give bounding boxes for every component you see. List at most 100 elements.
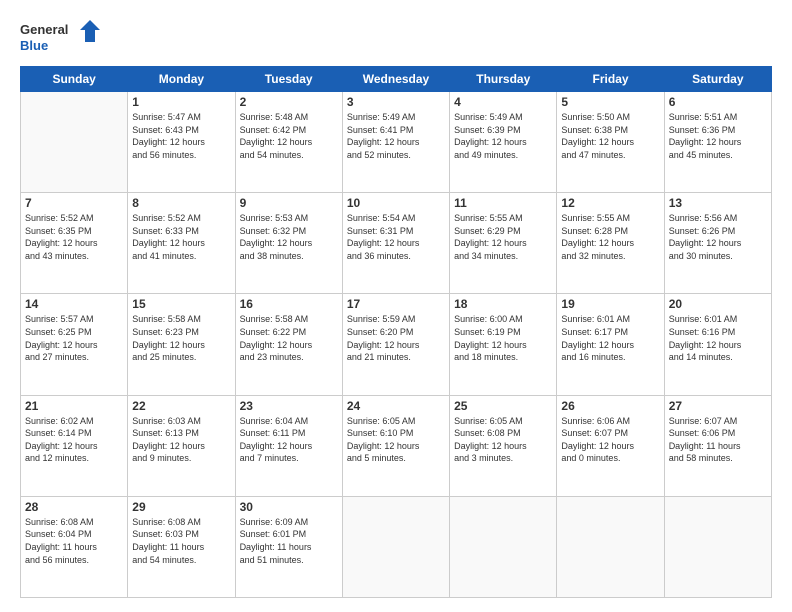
day-info: Sunrise: 6:01 AM Sunset: 6:17 PM Dayligh… [561,313,659,363]
day-info: Sunrise: 6:09 AM Sunset: 6:01 PM Dayligh… [240,516,338,566]
calendar-cell: 27Sunrise: 6:07 AM Sunset: 6:06 PM Dayli… [664,395,771,496]
calendar-cell: 15 Sunrise: 5:58 AM Sunset: 6:23 PM Dayli… [128,294,235,395]
day-number: 9 [240,196,338,210]
day-info: Sunrise: 6:03 AM Sunset: 6:13 PM Dayligh… [132,415,230,465]
day-info: Sunrise: 6:00 AM Sunset: 6:19 PM Dayligh… [454,313,552,363]
weekday-tuesday: Tuesday [235,67,342,92]
calendar-week-1: 1 Sunrise: 5:47 AM Sunset: 6:43 PM Daylig… [21,92,772,193]
day-number: 8 [132,196,230,210]
calendar-cell: 9 Sunrise: 5:53 AM Sunset: 6:32 PM Daylig… [235,193,342,294]
calendar-cell: 25 Sunrise: 6:05 AM Sunset: 6:08 PM Dayli… [450,395,557,496]
day-number: 11 [454,196,552,210]
calendar-cell: 28 Sunrise: 6:08 AM Sunset: 6:04 PM Dayli… [21,496,128,597]
calendar-cell: 19 Sunrise: 6:01 AM Sunset: 6:17 PM Dayli… [557,294,664,395]
day-number: 14 [25,297,123,311]
day-number: 2 [240,95,338,109]
weekday-friday: Friday [557,67,664,92]
day-info: Sunrise: 5:47 AM Sunset: 6:43 PM Dayligh… [132,111,230,161]
day-info: Sunrise: 5:52 AM Sunset: 6:33 PM Dayligh… [132,212,230,262]
weekday-sunday: Sunday [21,67,128,92]
calendar-cell: 18 Sunrise: 6:00 AM Sunset: 6:19 PM Dayli… [450,294,557,395]
calendar-cell: 12Sunrise: 5:55 AM Sunset: 6:28 PM Dayli… [557,193,664,294]
day-number: 17 [347,297,445,311]
day-number: 29 [132,500,230,514]
day-info: Sunrise: 5:49 AM Sunset: 6:39 PM Dayligh… [454,111,552,161]
header: General Blue [20,18,772,56]
day-info: Sunrise: 5:55 AM Sunset: 6:28 PM Dayligh… [561,212,659,262]
weekday-saturday: Saturday [664,67,771,92]
day-info: Sunrise: 6:08 AM Sunset: 6:04 PM Dayligh… [25,516,123,566]
calendar-cell: 26 Sunrise: 6:06 AM Sunset: 6:07 PM Dayli… [557,395,664,496]
calendar-cell: 21 Sunrise: 6:02 AM Sunset: 6:14 PM Dayli… [21,395,128,496]
day-number: 10 [347,196,445,210]
day-number: 20 [669,297,767,311]
day-number: 26 [561,399,659,413]
calendar-cell: 7 Sunrise: 5:52 AM Sunset: 6:35 PM Daylig… [21,193,128,294]
calendar-week-2: 7 Sunrise: 5:52 AM Sunset: 6:35 PM Daylig… [21,193,772,294]
day-number: 1 [132,95,230,109]
weekday-monday: Monday [128,67,235,92]
day-number: 30 [240,500,338,514]
calendar-cell [21,92,128,193]
calendar-cell: 22 Sunrise: 6:03 AM Sunset: 6:13 PM Dayli… [128,395,235,496]
day-info: Sunrise: 6:05 AM Sunset: 6:10 PM Dayligh… [347,415,445,465]
logo: General Blue [20,18,100,56]
calendar-cell: 5 Sunrise: 5:50 AM Sunset: 6:38 PM Daylig… [557,92,664,193]
day-info: Sunrise: 5:51 AM Sunset: 6:36 PM Dayligh… [669,111,767,161]
day-info: Sunrise: 5:52 AM Sunset: 6:35 PM Dayligh… [25,212,123,262]
calendar-cell [664,496,771,597]
weekday-thursday: Thursday [450,67,557,92]
weekday-wednesday: Wednesday [342,67,449,92]
calendar-cell: 2 Sunrise: 5:48 AM Sunset: 6:42 PM Daylig… [235,92,342,193]
calendar-week-5: 28 Sunrise: 6:08 AM Sunset: 6:04 PM Dayli… [21,496,772,597]
day-info: Sunrise: 6:05 AM Sunset: 6:08 PM Dayligh… [454,415,552,465]
logo-svg: General Blue [20,18,100,56]
logo-text-block: General Blue [20,18,100,56]
day-info: Sunrise: 5:58 AM Sunset: 6:23 PM Dayligh… [132,313,230,363]
calendar-cell: 4 Sunrise: 5:49 AM Sunset: 6:39 PM Daylig… [450,92,557,193]
day-number: 25 [454,399,552,413]
day-number: 18 [454,297,552,311]
day-number: 7 [25,196,123,210]
day-info: Sunrise: 5:53 AM Sunset: 6:32 PM Dayligh… [240,212,338,262]
day-info: Sunrise: 5:48 AM Sunset: 6:42 PM Dayligh… [240,111,338,161]
day-info: Sunrise: 5:50 AM Sunset: 6:38 PM Dayligh… [561,111,659,161]
calendar-cell: 6Sunrise: 5:51 AM Sunset: 6:36 PM Daylig… [664,92,771,193]
day-info: Sunrise: 5:56 AM Sunset: 6:26 PM Dayligh… [669,212,767,262]
calendar-cell: 29 Sunrise: 6:08 AM Sunset: 6:03 PM Dayli… [128,496,235,597]
day-info: Sunrise: 6:08 AM Sunset: 6:03 PM Dayligh… [132,516,230,566]
svg-text:Blue: Blue [20,38,48,53]
day-number: 27 [669,399,767,413]
calendar-cell: 3 Sunrise: 5:49 AM Sunset: 6:41 PM Daylig… [342,92,449,193]
calendar-cell: 24 Sunrise: 6:05 AM Sunset: 6:10 PM Dayli… [342,395,449,496]
day-info: Sunrise: 5:57 AM Sunset: 6:25 PM Dayligh… [25,313,123,363]
day-number: 5 [561,95,659,109]
calendar-cell: 11 Sunrise: 5:55 AM Sunset: 6:29 PM Dayli… [450,193,557,294]
day-info: Sunrise: 5:54 AM Sunset: 6:31 PM Dayligh… [347,212,445,262]
day-number: 21 [25,399,123,413]
calendar-cell [342,496,449,597]
day-number: 22 [132,399,230,413]
calendar-cell: 23Sunrise: 6:04 AM Sunset: 6:11 PM Dayli… [235,395,342,496]
day-info: Sunrise: 5:49 AM Sunset: 6:41 PM Dayligh… [347,111,445,161]
calendar-cell: 13Sunrise: 5:56 AM Sunset: 6:26 PM Dayli… [664,193,771,294]
calendar-cell: 20 Sunrise: 6:01 AM Sunset: 6:16 PM Dayli… [664,294,771,395]
day-info: Sunrise: 6:01 AM Sunset: 6:16 PM Dayligh… [669,313,767,363]
day-number: 19 [561,297,659,311]
calendar-cell: 14 Sunrise: 5:57 AM Sunset: 6:25 PM Dayli… [21,294,128,395]
svg-text:General: General [20,22,68,37]
calendar-cell: 8 Sunrise: 5:52 AM Sunset: 6:33 PM Daylig… [128,193,235,294]
day-info: Sunrise: 5:55 AM Sunset: 6:29 PM Dayligh… [454,212,552,262]
day-number: 28 [25,500,123,514]
calendar-cell [557,496,664,597]
day-number: 15 [132,297,230,311]
calendar-cell [450,496,557,597]
day-info: Sunrise: 6:06 AM Sunset: 6:07 PM Dayligh… [561,415,659,465]
day-number: 23 [240,399,338,413]
day-info: Sunrise: 6:02 AM Sunset: 6:14 PM Dayligh… [25,415,123,465]
calendar-cell: 17Sunrise: 5:59 AM Sunset: 6:20 PM Dayli… [342,294,449,395]
day-info: Sunrise: 5:58 AM Sunset: 6:22 PM Dayligh… [240,313,338,363]
day-number: 3 [347,95,445,109]
day-number: 4 [454,95,552,109]
day-number: 24 [347,399,445,413]
